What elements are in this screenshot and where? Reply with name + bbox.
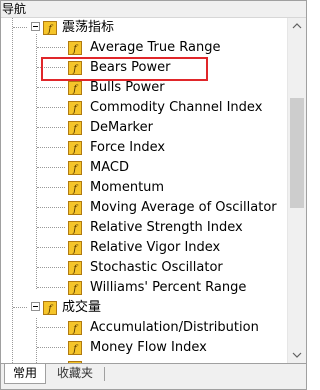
tree-group-label: 成交量 xyxy=(62,300,102,315)
tree-line xyxy=(37,87,65,88)
indicator-function-icon: f xyxy=(68,201,82,215)
tree-item-relative-vigor-index[interactable]: f Relative Vigor Index xyxy=(1,238,287,258)
tree-item-label: Relative Strength Index xyxy=(90,220,243,235)
tree-line xyxy=(37,227,65,228)
tree-line xyxy=(37,287,65,288)
indicator-function-icon: f xyxy=(68,121,82,135)
navigator-tree[interactable]: f 震荡指标 f Average True Range f Bears Powe… xyxy=(1,18,287,363)
tree-item-label: Williams' Percent Range xyxy=(90,280,247,295)
indicator-function-icon: f xyxy=(68,241,82,255)
tree-item-money-flow-index[interactable]: f Money Flow Index xyxy=(1,338,287,358)
tree-group-volumes[interactable]: f 成交量 xyxy=(1,298,287,318)
navigator-title: 导航 xyxy=(2,2,27,16)
tab-common[interactable]: 常用 xyxy=(4,364,46,384)
indicator-function-icon: f xyxy=(68,281,82,295)
indicator-function-icon: f xyxy=(68,161,82,175)
tree-item-label: Average True Range xyxy=(90,40,221,55)
tree-item-average-true-range[interactable]: f Average True Range xyxy=(1,38,287,58)
navigator-window: 导航 f 震荡指标 f Average True Range f Bears P… xyxy=(0,0,307,390)
tree-item-macd[interactable]: f MACD xyxy=(1,158,287,178)
tree-item-label: Moving Average of Oscillator xyxy=(90,200,277,215)
tree-item-demarker[interactable]: f DeMarker xyxy=(1,118,287,138)
scroll-down-arrow-icon[interactable] xyxy=(288,346,306,363)
tab-separator xyxy=(104,367,105,381)
indicator-function-icon: f xyxy=(68,41,82,55)
tree-item-williams-percent-range[interactable]: f Williams' Percent Range xyxy=(1,278,287,298)
tree-item-stochastic-oscillator[interactable]: f Stochastic Oscillator xyxy=(1,258,287,278)
tree-line xyxy=(37,327,65,328)
tree-item-label: Momentum xyxy=(90,180,165,195)
indicator-function-icon: f xyxy=(68,181,82,195)
scrollbar-thumb[interactable] xyxy=(290,98,304,208)
tab-favorites[interactable]: 收藏夹 xyxy=(48,364,102,384)
tree-group-oscillators[interactable]: f 震荡指标 xyxy=(1,18,287,38)
tree-item-label: Relative Vigor Index xyxy=(90,240,221,255)
indicator-function-icon: f xyxy=(68,321,82,335)
tree-line xyxy=(37,187,65,188)
tree-item-label: Commodity Channel Index xyxy=(90,100,263,115)
folder-indicator-icon: f xyxy=(43,301,57,315)
tree-item-momentum[interactable]: f Momentum xyxy=(1,178,287,198)
tree-item-commodity-channel-index[interactable]: f Commodity Channel Index xyxy=(1,98,287,118)
tree-item-label: Bears Power xyxy=(90,60,171,75)
tree-item-label: Stochastic Oscillator xyxy=(90,260,223,275)
tree-line xyxy=(37,47,65,48)
tree-item-label: Bulls Power xyxy=(90,80,165,95)
tree-group-label: 震荡指标 xyxy=(62,20,115,35)
vertical-scrollbar[interactable] xyxy=(287,18,306,363)
indicator-function-icon: f xyxy=(68,101,82,115)
tree-item-force-index[interactable]: f Force Index xyxy=(1,138,287,158)
tree-line xyxy=(37,267,65,268)
tree-item-bulls-power[interactable]: f Bulls Power xyxy=(1,78,287,98)
tree-item-label: DeMarker xyxy=(90,120,153,135)
tree-item-label: MACD xyxy=(90,160,129,175)
navigator-title-bar: 导航 xyxy=(1,1,306,18)
tree-item-label: Money Flow Index xyxy=(90,340,207,355)
tree-line xyxy=(37,147,65,148)
tree-line xyxy=(37,247,65,248)
tree-line xyxy=(37,107,65,108)
tree-item-label: Force Index xyxy=(90,140,166,155)
indicator-function-icon: f xyxy=(68,221,82,235)
tree-line xyxy=(37,347,65,348)
indicator-function-icon: f xyxy=(68,61,82,75)
tree-line xyxy=(37,67,65,68)
collapse-toggle-icon[interactable] xyxy=(31,302,40,311)
indicator-function-icon: f xyxy=(68,341,82,355)
indicator-function-icon: f xyxy=(68,261,82,275)
tree-item-label: Accumulation/Distribution xyxy=(90,320,259,335)
scroll-up-arrow-icon[interactable] xyxy=(288,18,306,35)
tree-line xyxy=(37,127,65,128)
tree-line xyxy=(37,167,65,168)
tree-line xyxy=(37,207,65,208)
indicator-function-icon: f xyxy=(68,81,82,95)
navigator-tab-bar: 常用 收藏夹 xyxy=(1,363,306,389)
tree-item-bears-power[interactable]: f Bears Power xyxy=(1,58,287,78)
tree-item-relative-strength-index[interactable]: f Relative Strength Index xyxy=(1,218,287,238)
folder-indicator-icon: f xyxy=(43,21,57,35)
indicator-function-icon: f xyxy=(68,141,82,155)
collapse-toggle-icon[interactable] xyxy=(31,22,40,31)
tree-item-accumulation-distribution[interactable]: f Accumulation/Distribution xyxy=(1,318,287,338)
tree-item-moving-average-of-oscillator[interactable]: f Moving Average of Oscillator xyxy=(1,198,287,218)
